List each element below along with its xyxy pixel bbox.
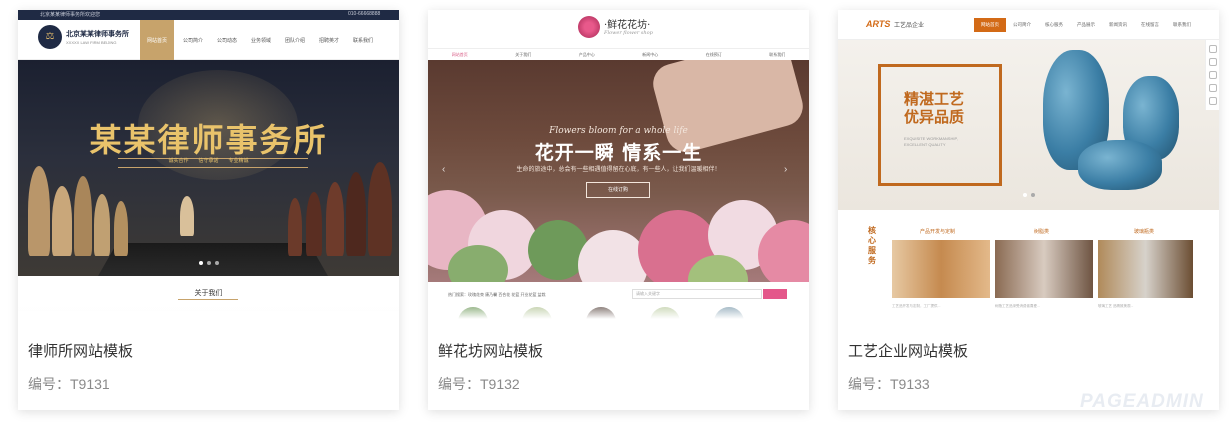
thumb-category-label: 玻璃瓶类 xyxy=(1134,229,1155,235)
thumb-brand: ·鲜花花坊· xyxy=(604,20,651,31)
thumb-nav-item: 产品展示 xyxy=(1077,22,1095,27)
thumb-about-heading: 关于我们 xyxy=(194,290,223,297)
watermark: PAGEADMIN xyxy=(1080,391,1204,412)
thumb-brand-sub: Flower flower shop xyxy=(604,30,653,36)
thumb-nav-item: 业务领域 xyxy=(250,37,271,44)
gourd-crafts-image xyxy=(892,240,990,298)
chevron-right-icon: › xyxy=(784,164,788,175)
template-thumbnail[interactable]: ·鲜花花坊· Flower flower shop 网站首页 关于我们 产品中心… xyxy=(428,10,809,319)
thumb-hero-banner: Flowers bloom for a whole life 花开一瞬 情系一生… xyxy=(428,60,809,282)
thumb-nav-item: 公司简介 xyxy=(1013,22,1031,27)
thumb-nav-item: 招聘英才 xyxy=(318,37,339,44)
carousel-dots xyxy=(18,252,399,270)
thumb-brand: 北京某某律师事务所 xyxy=(66,31,129,38)
thumb-hero-title: 花开一瞬 情系一生 xyxy=(534,142,703,164)
thumb-nav-item: 网站首页 xyxy=(974,18,1006,32)
thumb-nav-item: 新闻中心 xyxy=(642,52,659,57)
thumb-nav-item: 联系我们 xyxy=(769,52,786,57)
thumb-header: ⚖ 北京某某律师事务所 XXXXX LAW FIRM BEIJING 网站首页 … xyxy=(18,20,399,60)
template-card[interactable]: 北京某某律师事务所欢迎您 010-66668888 ⚖ 北京某某律师事务所 XX… xyxy=(18,10,399,410)
thumb-nav-item: 关于我们 xyxy=(515,52,532,57)
thumb-hero-banner: 某某律师事务所 诚实合作 信守承诺 专业精诚 xyxy=(18,60,399,276)
template-card[interactable]: ARTS 工艺品企业 网站首页 公司简介 核心服务 产品展示 新闻资讯 在线留言… xyxy=(838,10,1219,410)
template-title[interactable]: 工艺企业网站模板 xyxy=(848,340,968,361)
thumb-topbar-text: 北京某某律师事务所欢迎您 xyxy=(40,12,101,18)
thumb-nav-item: 公司动态 xyxy=(216,37,237,44)
thumb-nav-item: 联系我们 xyxy=(352,37,373,44)
template-code: 编号：T9132 xyxy=(438,376,520,392)
thumb-header: ARTS 工艺品企业 网站首页 公司简介 核心服务 产品展示 新闻资讯 在线留言… xyxy=(838,10,1219,40)
thumb-category-label: 树脂类 xyxy=(1034,229,1050,235)
glass-vase-image xyxy=(1098,240,1193,298)
carousel-dots xyxy=(838,184,1219,202)
thumb-search-button xyxy=(763,289,787,299)
template-card[interactable]: ·鲜花花坊· Flower flower shop 网站首页 关于我们 产品中心… xyxy=(428,10,809,410)
thumb-hero-subtitle: 生命的旅途中，总会有一些相遇值得留在心底，有一些人，让我们温暖相伴！ xyxy=(516,167,721,173)
thumb-brand-logo: ARTS xyxy=(866,19,891,29)
template-code: 编号：T9131 xyxy=(28,376,110,392)
thumb-hero-subtitle: EXQUISITE WORKMANSHIP, EXCELLENT QUALITY xyxy=(904,136,958,147)
thumb-nav-item: 产品中心 xyxy=(578,52,595,57)
thumb-section-title: 核心服务 xyxy=(868,226,876,265)
thumb-nav-item: 新闻资讯 xyxy=(1109,22,1127,27)
thumb-nav-item: 在线预订 xyxy=(705,52,722,57)
thumb-about-underline xyxy=(178,299,238,300)
thumb-nav-item: 在线留言 xyxy=(1141,22,1159,27)
template-title[interactable]: 律师所网站模板 xyxy=(28,340,133,361)
thumb-hero-tagline: Flowers bloom for a whole life xyxy=(549,126,688,136)
thumb-side-toolbar xyxy=(1205,40,1219,110)
thumb-brand: 工艺品企业 xyxy=(894,23,925,29)
template-code: 编号：T9133 xyxy=(848,376,930,392)
thumb-nav-item: 公司简介 xyxy=(182,37,203,44)
thumb-nav-item: 联系我们 xyxy=(1173,22,1191,27)
thumb-brand-sub: XXXXX LAW FIRM BEIJING xyxy=(66,40,117,45)
thumb-nav-item: 团队介绍 xyxy=(284,37,305,44)
thumb-topbar-phone: 010-66668888 xyxy=(348,11,381,17)
template-title[interactable]: 鲜花坊网站模板 xyxy=(438,340,543,361)
thumb-hero-button: 在线订购 xyxy=(586,182,650,198)
thumb-nav-item: 核心服务 xyxy=(1045,22,1063,27)
thumb-nav: 网站首页 关于我们 产品中心 新闻中心 在线预订 联系我们 xyxy=(428,48,809,60)
thumb-hero-title: 某某律师事务所 xyxy=(89,121,328,159)
template-thumbnail[interactable]: ARTS 工艺品企业 网站首页 公司简介 核心服务 产品展示 新闻资讯 在线留言… xyxy=(838,10,1219,319)
thumb-category-label: 产品开发与定制 xyxy=(920,229,956,235)
thumb-header: ·鲜花花坊· Flower flower shop xyxy=(428,10,809,48)
thumb-hero-banner: 精湛工艺 优异品质 EXQUISITE WORKMANSHIP, EXCELLE… xyxy=(838,40,1219,210)
template-thumbnail[interactable]: 北京某某律师事务所欢迎您 010-66668888 ⚖ 北京某某律师事务所 XX… xyxy=(18,10,399,319)
thumb-nav-item: 网站首页 xyxy=(140,20,174,60)
scales-logo-icon: ⚖ xyxy=(38,25,62,49)
thumb-hot-search: 热门搜索：玫瑰花束 康乃馨 百合花 花篮 开业花篮 盆栽 xyxy=(448,292,546,297)
rose-logo-icon xyxy=(578,16,600,38)
resin-figure-image xyxy=(995,240,1093,298)
thumb-hero-subtitle: 诚实合作 信守承诺 专业精诚 xyxy=(168,158,249,164)
chevron-left-icon: ‹ xyxy=(442,164,446,175)
thumb-topbar: 北京某某律师事务所欢迎您 010-66668888 xyxy=(18,10,399,20)
thumb-search-input: 请输入关键字 xyxy=(632,289,762,299)
thumb-nav-item: 网站首页 xyxy=(451,52,468,57)
thumb-hero-title: 精湛工艺 优异品质 xyxy=(904,90,965,126)
